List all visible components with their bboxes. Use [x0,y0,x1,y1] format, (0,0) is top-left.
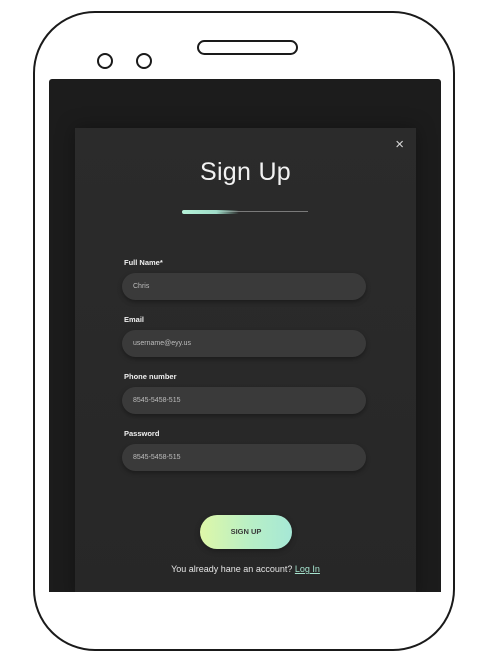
login-prompt: You already hane an account? Log In [75,564,416,574]
password-label: Password [124,429,160,438]
signup-modal: × Sign Up Full Name* Email Phone number … [75,128,416,592]
full-name-label: Full Name* [124,258,163,267]
email-input[interactable] [122,330,366,357]
login-link[interactable]: Log In [295,564,320,574]
password-input[interactable] [122,444,366,471]
camera-icon [97,53,113,69]
phone-input[interactable] [122,387,366,414]
email-label: Email [124,315,145,324]
progress-fill [182,210,239,214]
step-progress-bar [182,210,308,214]
phone-label: Phone number [124,372,177,381]
sensor-icon [136,53,152,69]
speaker-grille [197,40,298,55]
close-icon[interactable]: × [395,137,404,152]
full-name-input[interactable] [122,273,366,300]
sign-up-button[interactable]: SIGN UP [200,515,292,549]
modal-title: Sign Up [199,158,292,186]
login-prompt-text: You already hane an account? [171,564,293,574]
phone-screen: × Sign Up Full Name* Email Phone number … [49,79,441,592]
